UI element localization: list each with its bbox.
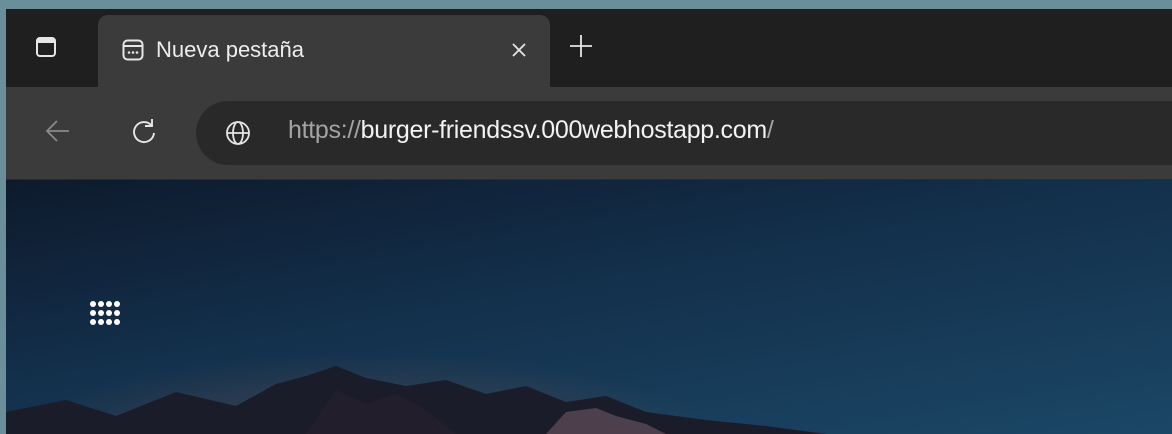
tab-title: Nueva pestaña (156, 37, 304, 62)
tab-strip: Nueva pestaña (6, 9, 1172, 87)
tab-actions-button[interactable] (28, 29, 64, 65)
plus-icon (570, 35, 592, 57)
tab-nueva-pestana[interactable]: Nueva pestaña (98, 15, 550, 87)
url-path: / (766, 116, 774, 144)
navigation-toolbar: https://burger-friendssv.000webhostapp.c… (6, 87, 1172, 180)
close-icon (512, 43, 526, 57)
arrow-left-icon (45, 120, 69, 142)
browser-window: Nueva pestaña https://burger-friendssv.0… (6, 9, 1172, 434)
apps-grid-icon (90, 301, 120, 325)
site-info-button[interactable] (222, 117, 254, 149)
tab-close-button[interactable] (504, 35, 534, 65)
refresh-icon (133, 119, 155, 143)
new-tab-button[interactable] (564, 29, 598, 63)
url-scheme: https:// (288, 116, 361, 144)
reload-button[interactable] (124, 111, 164, 151)
address-bar[interactable]: https://burger-friendssv.000webhostapp.c… (196, 101, 1172, 165)
tab-favicon (118, 35, 148, 65)
apps-launcher-button[interactable] (88, 298, 122, 338)
new-tab-page-icon (122, 39, 144, 61)
tab-actions-icon (36, 37, 56, 57)
background-landscape (6, 366, 826, 434)
page-content (6, 180, 1172, 434)
url-text[interactable]: https://burger-friendssv.000webhostapp.c… (288, 116, 774, 145)
back-button[interactable] (38, 111, 78, 151)
globe-icon (226, 121, 250, 145)
url-host: burger-friendssv.000webhostapp.com (360, 116, 768, 144)
